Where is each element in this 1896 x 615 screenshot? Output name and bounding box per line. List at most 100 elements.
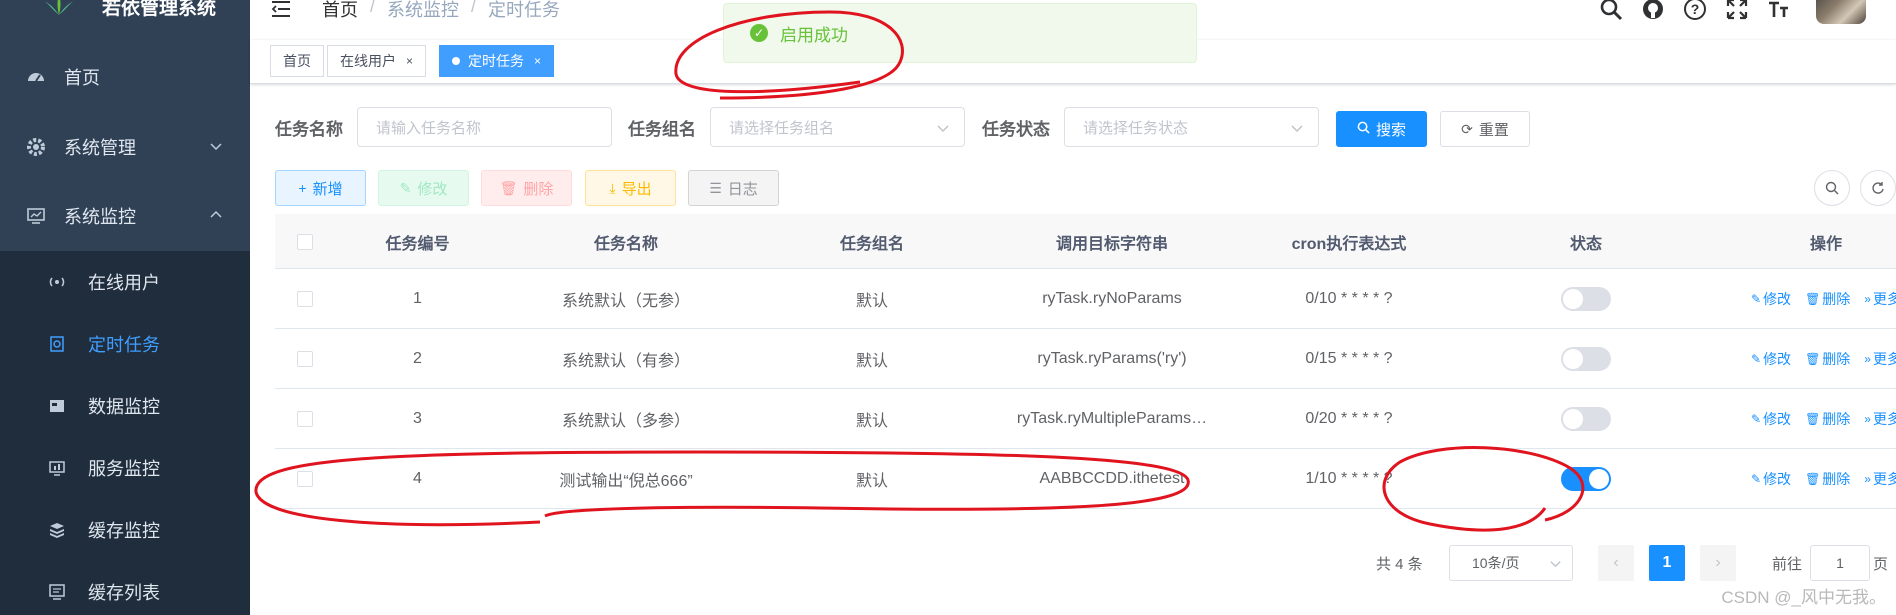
- success-toast: ✓ 启用成功: [723, 3, 1197, 63]
- tag-jobs[interactable]: 定时任务 ×: [439, 45, 555, 77]
- refresh-icon: ⟳: [1461, 120, 1473, 137]
- online-icon: [48, 273, 66, 291]
- trash-icon: 🗑: [1805, 292, 1821, 306]
- logo-icon: [44, 0, 74, 15]
- row-checkbox[interactable]: [297, 291, 313, 307]
- cell-job-name: 系统默认（无参）: [561, 293, 690, 310]
- page-button-current[interactable]: 1: [1649, 545, 1685, 581]
- breadcrumb-home[interactable]: 首页: [322, 0, 358, 22]
- job-group-select[interactable]: 请选择任务组名: [710, 107, 965, 147]
- prev-page-button[interactable]: ‹: [1598, 545, 1634, 581]
- row-more-link[interactable]: » 更多: [1864, 409, 1896, 429]
- sidebar-item-system[interactable]: 系统管理: [0, 116, 250, 178]
- trash-icon: 🗑: [1805, 472, 1821, 486]
- header-job-id: 任务编号: [385, 235, 450, 253]
- job-name-input[interactable]: 请输入任务名称: [357, 107, 612, 147]
- search-icon[interactable]: [1598, 0, 1624, 22]
- trash-icon: 🗑: [1805, 352, 1821, 366]
- header-status: 状态: [1569, 235, 1602, 253]
- row-edit-link[interactable]: ✎ 修改: [1751, 289, 1791, 309]
- reset-button[interactable]: ⟳ 重置: [1440, 111, 1530, 147]
- row-checkbox[interactable]: [297, 351, 313, 367]
- row-edit-link[interactable]: ✎ 修改: [1751, 469, 1791, 489]
- goto-page-input[interactable]: 1: [1810, 545, 1870, 581]
- status-switch[interactable]: [1561, 407, 1611, 431]
- delete-button-label: 删除: [523, 180, 554, 198]
- cell-job-group: 默认: [855, 413, 888, 430]
- table-row: 3 系统默认（多参） 默认 ryTask.ryMultipleParams… 0/20 …: [275, 389, 1896, 449]
- brand[interactable]: 若依管理系统: [40, 0, 216, 20]
- header-invoke-target: 调用目标字符串: [1055, 235, 1168, 253]
- font-size-icon[interactable]: [1766, 0, 1792, 22]
- close-icon[interactable]: ×: [406, 54, 413, 68]
- refresh-icon: [1872, 182, 1884, 194]
- status-switch[interactable]: [1561, 347, 1611, 371]
- row-more-link[interactable]: » 更多: [1864, 289, 1896, 309]
- status-switch[interactable]: [1561, 287, 1611, 311]
- sidebar-item-label: 在线用户: [88, 273, 160, 293]
- avatar[interactable]: [1816, 0, 1866, 24]
- page-size-select[interactable]: 10条/页: [1449, 545, 1573, 581]
- status-switch[interactable]: [1561, 467, 1611, 491]
- next-page-button[interactable]: ›: [1700, 545, 1736, 581]
- row-more-link[interactable]: » 更多: [1864, 349, 1896, 369]
- sidebar-item-jobs[interactable]: 定时任务: [0, 313, 250, 375]
- sidebar-item-cache-list[interactable]: 缓存列表: [0, 561, 250, 615]
- pagination-total: 共 4 条: [1376, 555, 1423, 573]
- select-all-checkbox[interactable]: [297, 233, 313, 250]
- row-checkbox[interactable]: [297, 471, 313, 487]
- goto-label: 前往: [1772, 555, 1803, 573]
- header-operations: 操作: [1809, 235, 1842, 253]
- sidebar-item-home[interactable]: 首页: [0, 46, 250, 108]
- delete-button[interactable]: 🗑 删除: [481, 170, 572, 206]
- refresh-button[interactable]: [1860, 170, 1896, 206]
- add-button[interactable]: + 新增: [275, 170, 366, 206]
- sidebar-item-monitor[interactable]: 系统监控: [0, 185, 250, 247]
- row-delete-link[interactable]: 🗑 删除: [1805, 469, 1850, 489]
- page-suffix: 页: [1873, 555, 1889, 573]
- github-icon[interactable]: [1640, 0, 1666, 22]
- row-more-link[interactable]: » 更多: [1864, 469, 1896, 489]
- search-icon: [1357, 121, 1370, 137]
- row-action-label: 删除: [1822, 351, 1851, 367]
- row-edit-link[interactable]: ✎ 修改: [1751, 409, 1791, 429]
- cell-status: [1466, 269, 1706, 329]
- edit-button[interactable]: ✎ 修改: [378, 170, 469, 206]
- hamburger-icon[interactable]: [270, 0, 292, 20]
- close-icon[interactable]: ×: [534, 54, 541, 68]
- row-delete-link[interactable]: 🗑 删除: [1805, 349, 1850, 369]
- help-icon[interactable]: ?: [1682, 0, 1708, 22]
- row-select-cell: [275, 389, 335, 449]
- fullscreen-icon[interactable]: [1724, 0, 1750, 22]
- row-action-label: 修改: [1763, 291, 1792, 307]
- redis-list-icon: [48, 583, 66, 601]
- sidebar-item-druid[interactable]: 数据监控: [0, 375, 250, 437]
- cell-cron: 1/10 * * * * ?: [1305, 470, 1393, 487]
- chevron-down-icon: [1291, 125, 1303, 133]
- log-button[interactable]: ☰ 日志: [688, 170, 779, 206]
- tag-home[interactable]: 首页: [270, 45, 324, 77]
- breadcrumb-parent: 系统监控: [387, 0, 460, 20]
- row-edit-link[interactable]: ✎ 修改: [1751, 349, 1791, 369]
- sliders-icon: ☰: [709, 179, 722, 196]
- breadcrumb-separator: /: [370, 0, 376, 16]
- tag-online-users[interactable]: 在线用户 ×: [327, 45, 427, 77]
- gear-icon: [26, 137, 46, 157]
- sidebar-item-server[interactable]: 服务监控: [0, 437, 250, 499]
- search-button[interactable]: 搜索: [1336, 111, 1427, 147]
- double-chevron-icon: »: [1864, 292, 1871, 306]
- row-delete-link[interactable]: 🗑 删除: [1805, 289, 1850, 309]
- job-status-select[interactable]: 请选择任务状态: [1064, 107, 1319, 147]
- export-button[interactable]: ⤓ 导出: [585, 170, 676, 206]
- sidebar-item-label: 缓存列表: [88, 583, 160, 603]
- row-select-cell: [275, 329, 335, 389]
- row-delete-link[interactable]: 🗑 删除: [1805, 409, 1850, 429]
- toggle-search-button[interactable]: [1814, 170, 1850, 206]
- sidebar-item-online-users[interactable]: 在线用户: [0, 251, 250, 313]
- cell-cron: 0/15 * * * * ?: [1305, 350, 1393, 367]
- row-checkbox[interactable]: [297, 411, 313, 427]
- sidebar-item-cache[interactable]: 缓存监控: [0, 499, 250, 561]
- cell-job-id: 2: [413, 350, 422, 367]
- switch-knob: [1563, 349, 1583, 369]
- row-action-label: 更多: [1872, 411, 1896, 427]
